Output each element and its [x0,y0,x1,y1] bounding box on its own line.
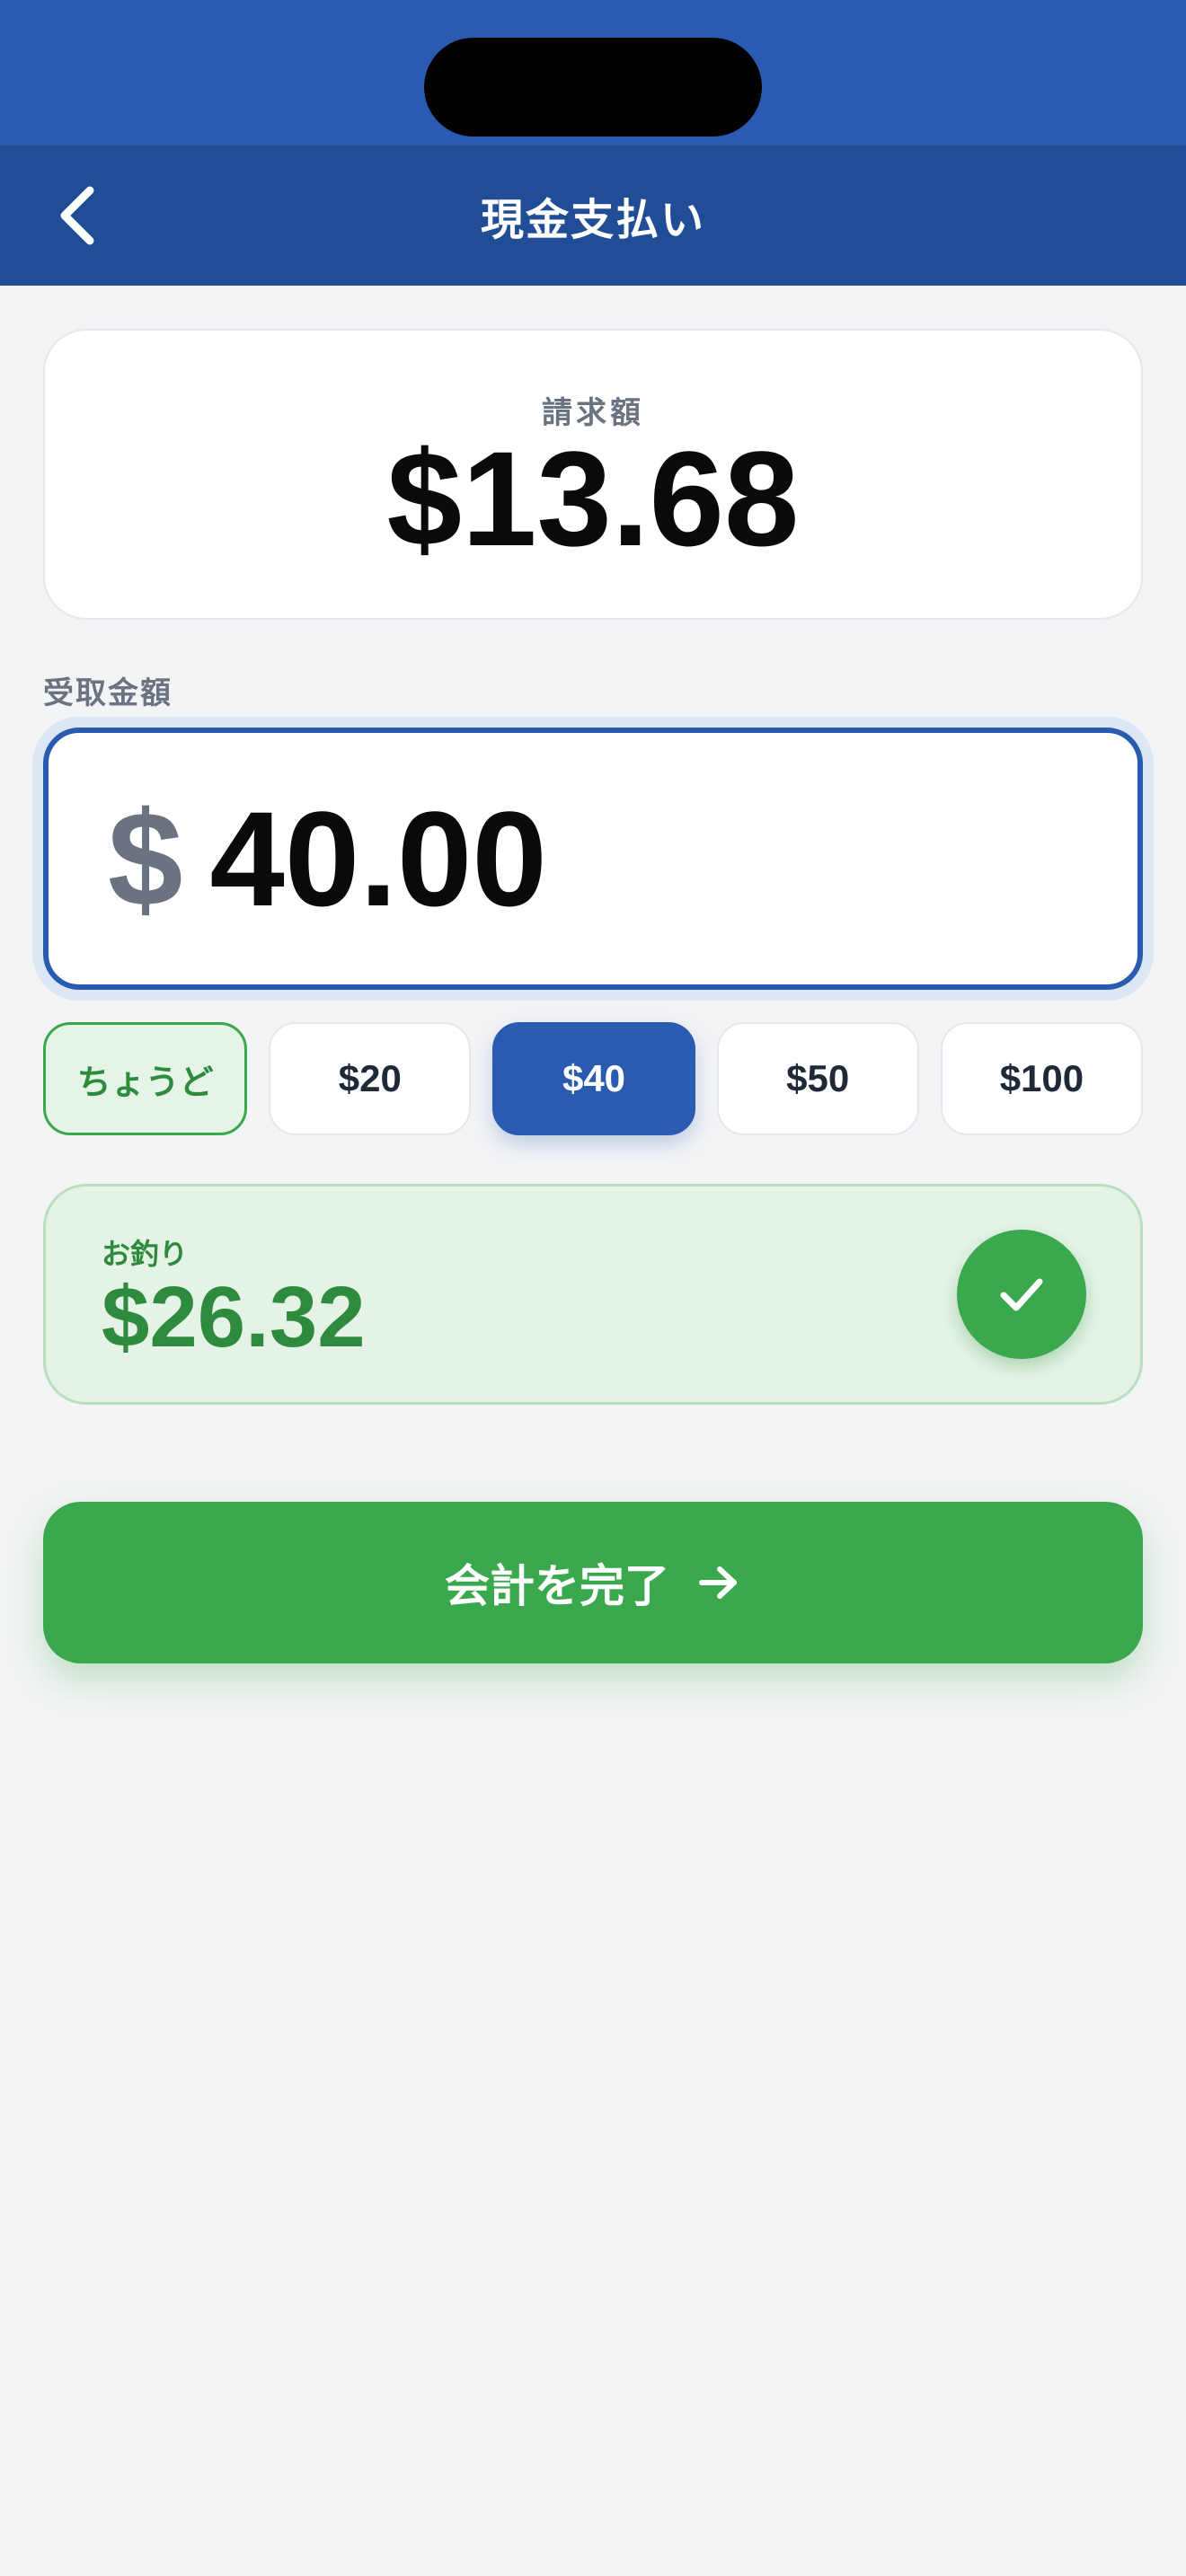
currency-symbol: $ [108,783,183,934]
page-title: 現金支払い [480,195,705,245]
quick-amount-100-button[interactable]: $100 [940,1022,1144,1135]
nav-bar: 現金支払い [0,146,1186,286]
received-amount-input[interactable]: $ 40.00 [43,728,1143,990]
complete-checkout-label: 会計を完了 [445,1560,669,1612]
status-bar [0,0,1186,146]
dynamic-island [424,38,762,137]
change-value: $26.32 [102,1269,366,1365]
complete-checkout-button[interactable]: 会計を完了 [43,1502,1143,1663]
received-amount-value: 40.00 [209,783,547,934]
received-amount-label: 受取金額 [43,675,173,711]
quick-amount-40-button[interactable]: $40 [492,1022,695,1135]
quick-amount-50-button[interactable]: $50 [716,1022,919,1135]
change-status-badge [957,1230,1086,1359]
quick-amount-row: ちょうど $20 $40 $50 $100 [43,1022,1144,1135]
change-label: お釣り [102,1237,189,1271]
check-icon [1000,1278,1043,1311]
chevron-left-icon [60,186,94,245]
back-button[interactable] [32,172,122,259]
bill-amount-card: 請求額 $13.68 [43,329,1143,620]
quick-amount-exact-button[interactable]: ちょうど [43,1022,248,1135]
change-card: お釣り $26.32 [43,1184,1143,1405]
quick-amount-20-button[interactable]: $20 [269,1022,472,1135]
arrow-right-icon [699,1566,737,1599]
bill-amount-value: $13.68 [386,423,800,574]
